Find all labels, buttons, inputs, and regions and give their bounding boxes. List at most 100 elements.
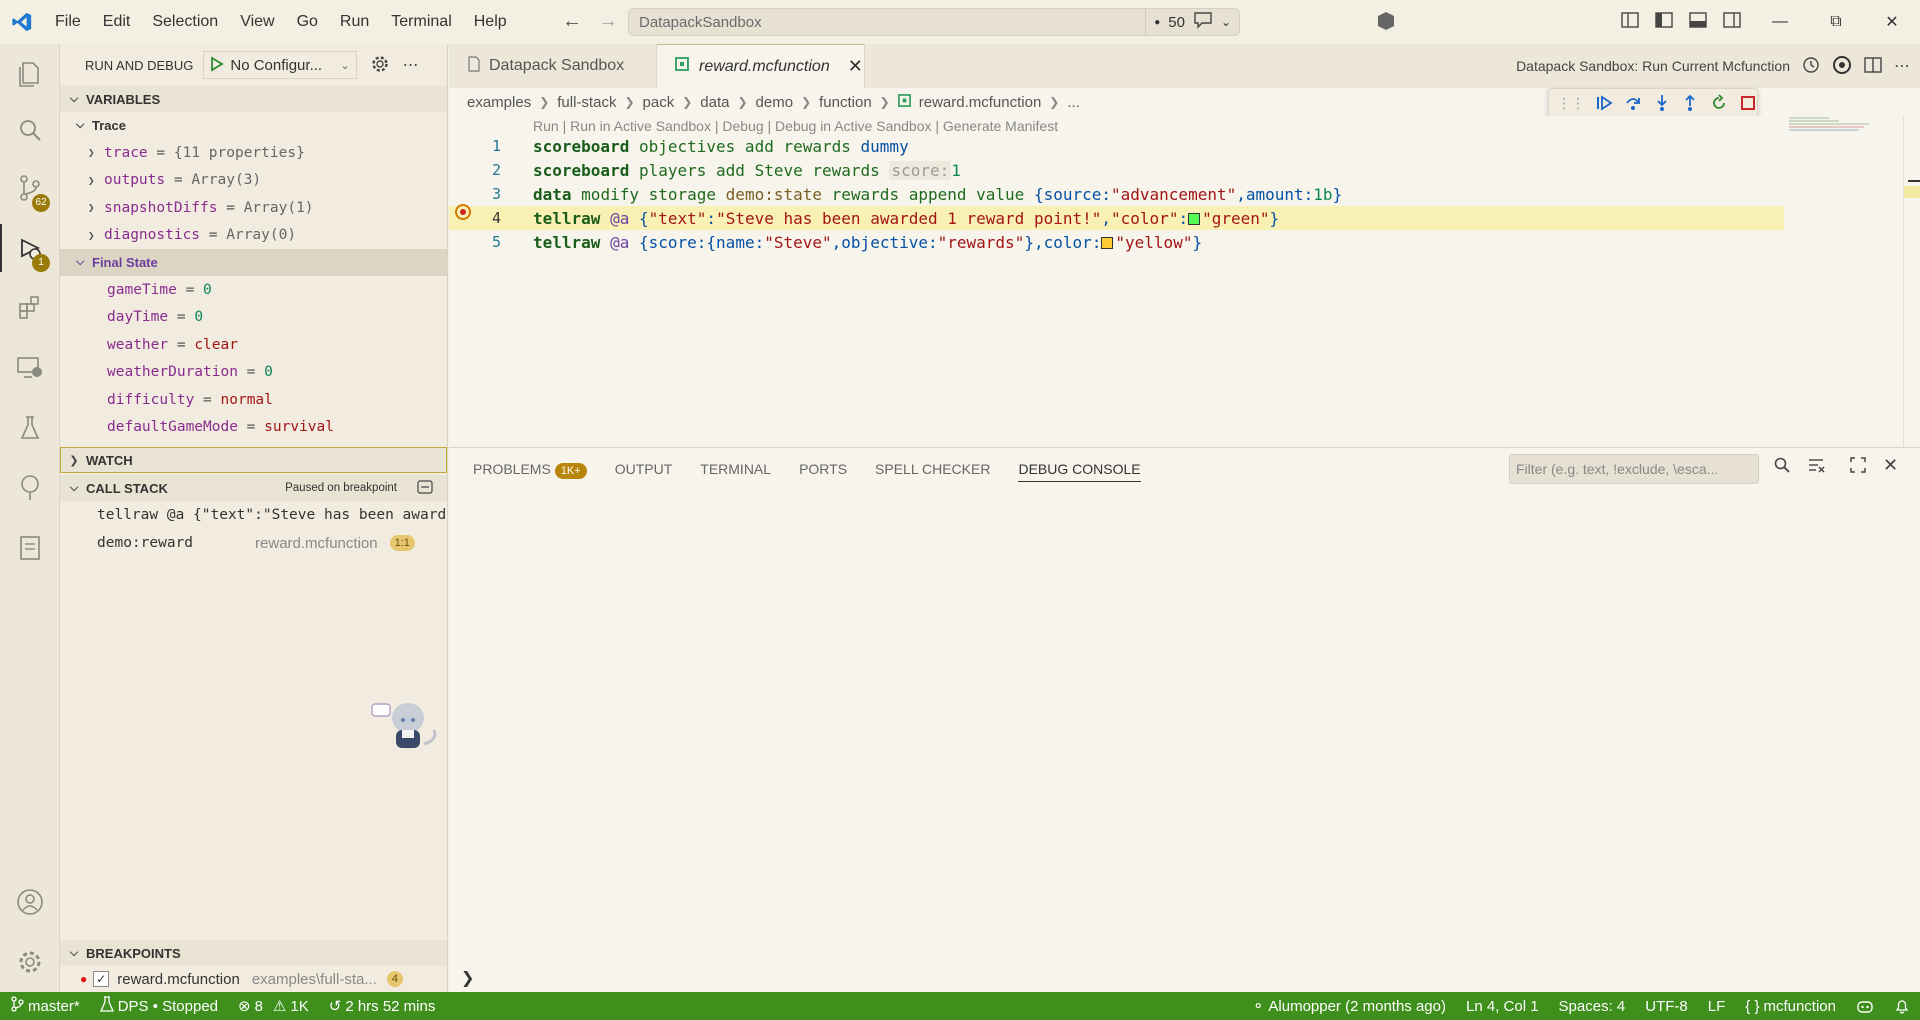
run-and-debug-icon[interactable]: 1: [0, 224, 60, 272]
breadcrumb-item[interactable]: full-stack: [557, 94, 616, 111]
toggle-panel-icon[interactable]: [1688, 10, 1708, 30]
step-over-icon[interactable]: [1624, 92, 1643, 114]
collapse-all-icon[interactable]: [417, 479, 433, 497]
editor-scrollbar[interactable]: [1903, 116, 1920, 446]
variable-row[interactable]: ❯ outputs = Array(3): [60, 167, 447, 195]
more-actions-icon[interactable]: ⋯: [1894, 56, 1910, 76]
menu-run[interactable]: Run: [329, 0, 380, 44]
variables-section-header[interactable]: ⌵ VARIABLES: [60, 86, 447, 112]
breadcrumb-item[interactable]: reward.mcfunction: [919, 94, 1042, 111]
debug-config-select[interactable]: No Configur... ⌄: [203, 51, 357, 79]
problems-status[interactable]: ⊗ 8 ⚠ 1K: [228, 992, 319, 1020]
tab-debug-console[interactable]: DEBUG CONSOLE: [1018, 461, 1141, 482]
breakpoint-checkbox[interactable]: ✓: [93, 971, 110, 987]
tab-output[interactable]: OUTPUT: [615, 461, 673, 477]
more-actions-icon[interactable]: ⋯: [403, 55, 419, 75]
code-line[interactable]: 1 scoreboard objectives add rewards dumm…: [449, 134, 1784, 158]
variable-row[interactable]: gameTime = 0: [60, 276, 447, 304]
tab-terminal[interactable]: TERMINAL: [700, 461, 771, 477]
language-mode[interactable]: { } mcfunction: [1735, 992, 1846, 1020]
stack-frame[interactable]: tellraw @a {"text":"Steve has been award…: [60, 501, 447, 529]
watch-section-header[interactable]: ❯ WATCH: [60, 447, 447, 473]
close-tab-icon[interactable]: ✕: [848, 56, 863, 77]
call-stack-section-header[interactable]: ⌵ CALL STACK Paused on breakpoint: [60, 475, 447, 501]
variable-row[interactable]: weather = clear: [60, 331, 447, 359]
final-state-scope[interactable]: ⌵ Final State: [60, 249, 447, 276]
variable-row[interactable]: defaultGameMode = survival: [60, 414, 447, 442]
variable-row[interactable]: ❯ diagnostics = Array(0): [60, 222, 447, 250]
console-input-prompt-icon[interactable]: ❯: [461, 968, 474, 988]
chevron-down-icon[interactable]: ⌄: [1221, 15, 1231, 29]
breadcrumb-item[interactable]: demo: [756, 94, 794, 111]
encoding[interactable]: UTF-8: [1635, 992, 1698, 1020]
variable-row[interactable]: difficulty = normal: [60, 386, 447, 414]
menu-file[interactable]: File: [44, 0, 92, 44]
minimize-icon[interactable]: —: [1752, 0, 1808, 44]
end-of-line[interactable]: LF: [1698, 992, 1736, 1020]
accounts-icon[interactable]: [0, 878, 60, 926]
variable-row[interactable]: dayTime = 0: [60, 304, 447, 332]
stack-frame[interactable]: demo:reward reward.mcfunction 1:1: [60, 529, 447, 557]
remote-explorer-icon[interactable]: [0, 344, 60, 392]
close-panel-icon[interactable]: ✕: [1883, 456, 1898, 478]
step-into-icon[interactable]: [1652, 92, 1671, 114]
dps-status[interactable]: DPS • Stopped: [90, 992, 228, 1020]
menu-view[interactable]: View: [229, 0, 285, 44]
code-line[interactable]: 5 tellraw @a {score:{name:"Steve",object…: [449, 230, 1784, 254]
indentation[interactable]: Spaces: 4: [1549, 992, 1636, 1020]
cursor-position[interactable]: Ln 4, Col 1: [1456, 992, 1549, 1020]
menu-edit[interactable]: Edit: [92, 0, 142, 44]
search-icon[interactable]: [0, 106, 60, 154]
source-control-icon[interactable]: 62: [0, 164, 60, 212]
back-arrow-icon[interactable]: ←: [562, 10, 582, 33]
debug-console-filter-input[interactable]: Filter (e.g. text, !exclude, \esca...: [1509, 454, 1759, 484]
code-line[interactable]: 3 data modify storage demo:state rewards…: [449, 182, 1784, 206]
git-blame-status[interactable]: ⚬ Alumopper (2 months ago): [1242, 992, 1456, 1020]
copilot-status-icon[interactable]: [1846, 992, 1884, 1020]
clear-console-icon[interactable]: [1807, 456, 1825, 478]
menu-help[interactable]: Help: [463, 0, 518, 44]
testing-icon[interactable]: [0, 404, 60, 452]
codelens-actions[interactable]: Run | Run in Active Sandbox | Debug | De…: [533, 118, 1058, 134]
tab-datapack-sandbox[interactable]: Datapack Sandbox: [449, 44, 657, 88]
maximize-panel-icon[interactable]: [1849, 456, 1867, 478]
variable-row[interactable]: ❯ trace = {11 properties}: [60, 139, 447, 167]
toggle-secondary-sidebar-icon[interactable]: [1722, 10, 1742, 30]
settings-gear-icon[interactable]: [0, 938, 60, 986]
chat-icon[interactable]: [1193, 11, 1213, 33]
variable-row[interactable]: ❯ snapshotDiffs = Array(1): [60, 194, 447, 222]
extensions-icon[interactable]: [0, 284, 60, 332]
start-debug-icon[interactable]: [210, 55, 225, 75]
variable-row[interactable]: weatherDuration = 0: [60, 359, 447, 387]
code-line-current[interactable]: 4 tellraw @a {"text":"Steve has been awa…: [449, 206, 1784, 230]
stop-icon[interactable]: [1738, 92, 1757, 114]
branch-status[interactable]: master*: [0, 992, 90, 1020]
code-editor[interactable]: Run | Run in Active Sandbox | Debug | De…: [449, 116, 1920, 446]
breakpoints-section-header[interactable]: ⌵ BREAKPOINTS: [60, 940, 447, 966]
explorer-icon[interactable]: [0, 50, 60, 98]
continue-icon[interactable]: [1595, 92, 1614, 114]
customize-layout-icon[interactable]: [1620, 10, 1640, 30]
history-icon[interactable]: [1802, 56, 1820, 77]
breadcrumb-item[interactable]: ...: [1067, 94, 1080, 111]
debug-settings-gear-icon[interactable]: [371, 55, 389, 76]
code-line[interactable]: 2 scoreboard players add Steve rewards s…: [449, 158, 1784, 182]
drag-handle-icon[interactable]: ⋮⋮: [1557, 95, 1585, 112]
command-center[interactable]: DatapackSandbox ● 50 ⌄: [628, 8, 1240, 36]
breadcrumb-item[interactable]: function: [819, 94, 872, 111]
breakpoint-current-icon[interactable]: [455, 204, 471, 220]
tab-problems[interactable]: PROBLEMS 1K+: [473, 461, 587, 479]
toggle-sidebar-icon[interactable]: [1654, 10, 1674, 30]
forward-arrow-icon[interactable]: →: [598, 10, 618, 33]
trace-scope[interactable]: ⌵ Trace: [60, 112, 447, 139]
menu-go[interactable]: Go: [286, 0, 329, 44]
step-out-icon[interactable]: [1681, 92, 1700, 114]
restore-icon[interactable]: ⧉: [1808, 0, 1864, 44]
tree-view-icon[interactable]: [0, 464, 60, 512]
ai-assistant-icon[interactable]: [1832, 55, 1852, 78]
search-icon[interactable]: [1773, 456, 1791, 478]
breakpoint-item[interactable]: ● ✓ reward.mcfunction examples\full-sta.…: [60, 966, 447, 992]
tab-spell-checker[interactable]: SPELL CHECKER: [875, 461, 990, 477]
minimap[interactable]: [1789, 116, 1879, 136]
menu-terminal[interactable]: Terminal: [380, 0, 462, 44]
